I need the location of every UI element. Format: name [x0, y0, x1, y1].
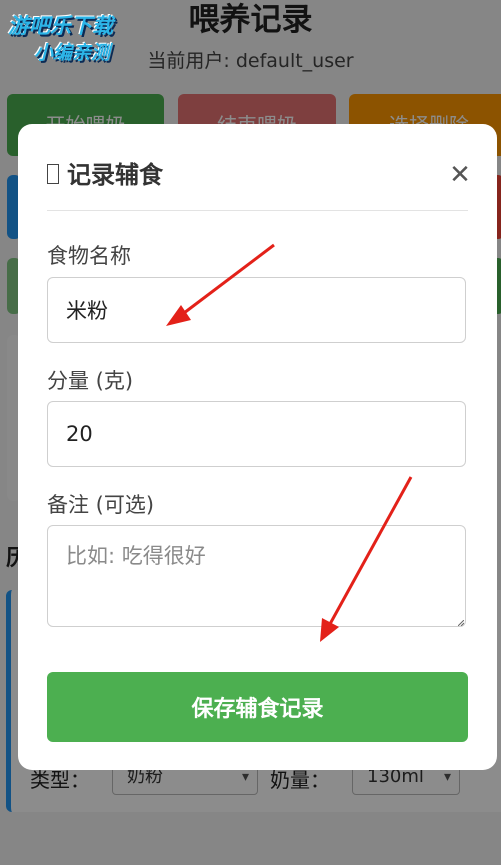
- food-name-input[interactable]: [47, 277, 466, 343]
- close-icon[interactable]: ✕: [447, 158, 473, 192]
- watermark-line-1: 游吧乐下载: [8, 14, 113, 38]
- watermark-logo: 游吧乐下载 小编亲测: [4, 8, 149, 66]
- dialog-header: 记录辅食 ✕: [47, 158, 471, 211]
- note-label: 备注 (可选): [47, 493, 155, 517]
- note-textarea[interactable]: [47, 525, 466, 627]
- food-icon: [47, 164, 59, 184]
- amount-label: 分量 (克): [47, 369, 134, 393]
- amount-input[interactable]: [47, 401, 466, 467]
- complementary-food-dialog: 记录辅食 ✕ 食物名称 分量 (克) 备注 (可选) 保存辅食记录: [18, 124, 497, 770]
- resize-grip-icon[interactable]: [458, 620, 464, 626]
- watermark-line-2: 小编亲测: [34, 42, 111, 64]
- food-name-label: 食物名称: [47, 244, 131, 268]
- dialog-title: 记录辅食: [67, 161, 163, 189]
- save-food-record-button[interactable]: 保存辅食记录: [47, 672, 468, 742]
